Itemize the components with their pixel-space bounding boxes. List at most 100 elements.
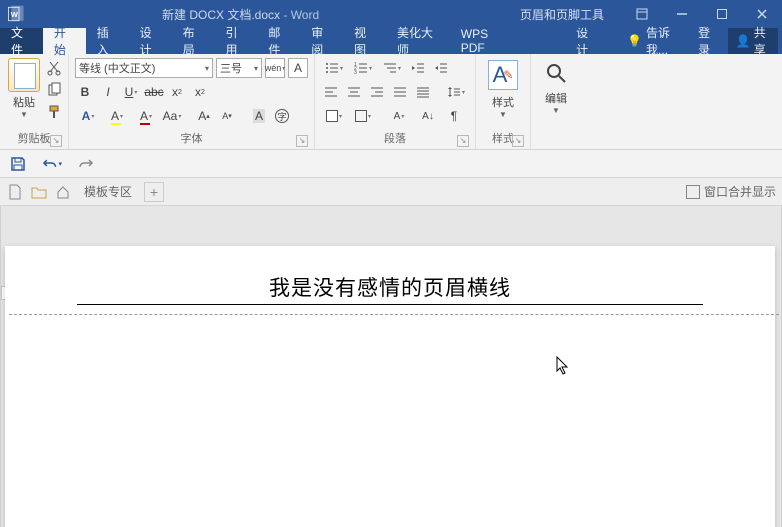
undo-button[interactable]: ▾ [42,154,62,174]
tab-wps-pdf[interactable]: WPS PDF [450,28,520,54]
group-label-clipboard: 剪贴板↘ [4,128,64,149]
svg-text:3: 3 [354,70,357,75]
window-merge-label[interactable]: 窗口合并显示 [704,183,776,200]
ribbon: 粘贴 ▼ 剪贴板↘ 等线 (中文正文)▾ 三号▾ wén▾ A B [0,54,782,150]
chevron-down-icon: ▼ [499,110,507,119]
document-tab-bar: 模板专区 + 窗口合并显示 [0,178,782,206]
paste-icon [8,58,40,92]
align-right-button[interactable] [367,82,387,102]
group-font: 等线 (中文正文)▾ 三号▾ wén▾ A B I U▾ abc x2 x2 A… [69,54,315,149]
page[interactable]: 我是没有感情的页眉横线 [5,246,775,527]
multilevel-list-button[interactable]: ▾ [379,58,405,78]
minimize-icon[interactable] [662,0,702,28]
align-center-button[interactable] [344,82,364,102]
phonetic-guide-button[interactable]: wén▾ [265,58,285,78]
tab-design[interactable]: 设计 [129,28,172,54]
grow-font-button[interactable]: A▴ [194,106,214,126]
dialog-launcher-icon[interactable]: ↘ [50,135,62,147]
group-editing: 编辑 ▼ . [531,54,581,149]
bold-button[interactable]: B [75,82,95,102]
format-painter-icon[interactable] [46,104,62,120]
shading-button[interactable]: ▾ [321,106,347,126]
contextual-tab-header-footer-tools: 页眉和页脚工具 [502,0,622,28]
align-justify-button[interactable] [390,82,410,102]
tab-references[interactable]: 引用 [214,28,257,54]
dialog-launcher-icon[interactable]: ↘ [457,135,469,147]
tell-me-search[interactable]: 💡告诉我... [619,28,688,54]
italic-button[interactable]: I [98,82,118,102]
enclose-characters-button[interactable]: 字 [272,106,292,126]
bullets-button[interactable]: ▾ [321,58,347,78]
font-size-combo[interactable]: 三号▾ [216,58,262,78]
tab-header-footer-design[interactable]: 设计 [554,28,619,54]
borders-button[interactable]: ▾ [350,106,376,126]
shrink-font-button[interactable]: A▾ [217,106,237,126]
redo-button[interactable] [76,154,96,174]
share-button[interactable]: 👤共享 [728,28,778,54]
highlight-button[interactable]: A▾ [104,106,130,126]
decrease-indent-button[interactable] [408,58,428,78]
home-icon[interactable] [54,183,72,201]
group-paragraph: ▾ 123▾ ▾ ▾ ▾ ▾ [315,54,476,149]
font-name-combo[interactable]: 等线 (中文正文)▾ [75,58,213,78]
line-spacing-button[interactable]: ▾ [443,82,469,102]
dialog-launcher-icon[interactable]: ↘ [512,135,524,147]
show-hide-marks-button[interactable]: ¶ [444,106,464,126]
styles-icon: A✎ [488,60,518,90]
subscript-button[interactable]: x2 [167,82,187,102]
tab-file[interactable]: 文件 [0,28,43,54]
font-color-button[interactable]: A▾ [133,106,159,126]
maximize-icon[interactable] [702,0,742,28]
add-tab-button[interactable]: + [144,182,164,202]
chevron-down-icon: ▼ [20,110,28,119]
paste-button[interactable]: 粘贴 ▼ [4,56,44,128]
close-icon[interactable] [742,0,782,28]
increase-indent-button[interactable] [431,58,451,78]
tab-mailings[interactable]: 邮件 [257,28,300,54]
group-label-paragraph: 段落↘ [319,128,471,149]
character-border-button[interactable]: A [288,58,308,78]
template-zone-tab[interactable]: 模板专区 [78,183,138,200]
sort-button[interactable]: A↓ [415,106,441,126]
group-clipboard: 粘贴 ▼ 剪贴板↘ [0,54,69,149]
asian-layout-button[interactable]: A▾ [386,106,412,126]
login-button[interactable]: 登录 [690,28,726,54]
character-shading-button[interactable]: A [249,106,269,126]
new-doc-icon[interactable] [6,183,24,201]
window-merge-icon[interactable] [686,185,700,199]
dialog-launcher-icon[interactable]: ↘ [296,135,308,147]
styles-button[interactable]: A✎ 样式 ▼ [480,56,526,128]
text-effects-button[interactable]: A▾ [75,106,101,126]
ribbon-display-options-icon[interactable] [622,0,662,28]
group-label-font: 字体↘ [73,128,310,149]
save-button[interactable] [8,154,28,174]
tab-home[interactable]: 开始 [43,28,86,54]
header-boundary-line [9,314,779,315]
document-area[interactable]: 我是没有感情的页眉横线 [0,206,782,527]
editing-button[interactable]: 编辑 ▼ [535,56,577,132]
find-icon [543,60,569,86]
numbering-button[interactable]: 123▾ [350,58,376,78]
word-app-icon: W [4,2,28,26]
header-area[interactable]: 我是没有感情的页眉横线 [77,272,703,305]
strikethrough-button[interactable]: abc [144,82,164,102]
tab-review[interactable]: 审阅 [300,28,343,54]
change-case-button[interactable]: Aa▾ [162,106,182,126]
underline-button[interactable]: U▾ [121,82,141,102]
window-controls [622,0,782,28]
tab-insert[interactable]: 插入 [86,28,129,54]
cut-icon[interactable] [46,60,62,76]
superscript-button[interactable]: x2 [190,82,210,102]
align-left-button[interactable] [321,82,341,102]
header-text[interactable]: 我是没有感情的页眉横线 [77,272,703,305]
align-distributed-button[interactable] [413,82,433,102]
mouse-cursor-icon [556,356,570,376]
open-folder-icon[interactable] [30,183,48,201]
ribbon-tabs: 文件 开始 插入 设计 布局 引用 邮件 审阅 视图 美化大师 WPS PDF … [0,28,782,54]
tab-beautify[interactable]: 美化大师 [386,28,450,54]
tab-view[interactable]: 视图 [343,28,386,54]
svg-text:W: W [11,10,19,19]
copy-icon[interactable] [46,82,62,98]
document-title: 新建 DOCX 文档.docx - Word [162,6,319,23]
tab-layout[interactable]: 布局 [172,28,215,54]
